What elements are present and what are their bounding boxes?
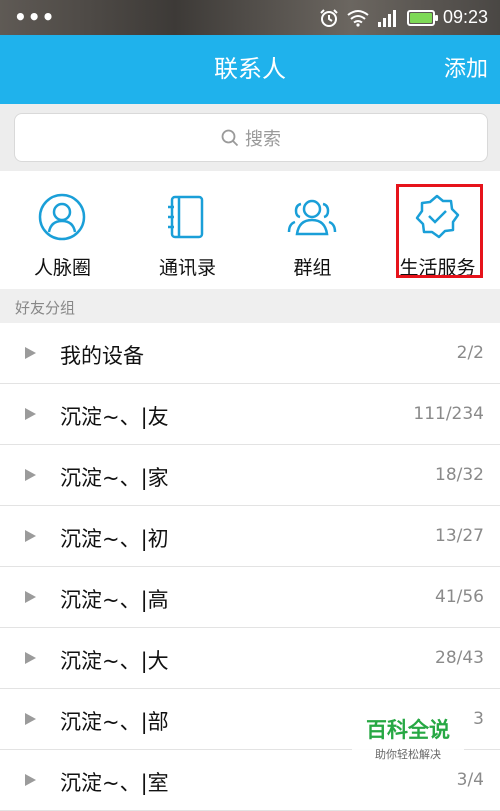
shortcut-label: 人脉圈 xyxy=(33,257,91,279)
group-name: 沉淀~、|大 xyxy=(60,649,169,673)
shortcut-qunzu[interactable]: 群组 xyxy=(250,171,375,289)
add-button[interactable]: 添加 xyxy=(444,35,488,104)
status-time: 09:23 xyxy=(442,7,488,27)
expand-arrow-icon xyxy=(25,713,36,725)
list-item[interactable]: 沉淀~、|高 41/56 xyxy=(0,567,500,628)
group-count: 111/234 xyxy=(413,404,484,424)
group-name: 沉淀~、|友 xyxy=(60,405,169,429)
expand-arrow-icon xyxy=(25,774,36,786)
status-dots: ••• xyxy=(14,5,56,29)
shortcut-label: 群组 xyxy=(293,257,332,279)
watermark-title: 百科全说 xyxy=(366,718,450,742)
group-name: 沉淀~、|初 xyxy=(60,527,169,551)
watermark-subtitle: 助你轻松解决 xyxy=(375,748,441,761)
expand-arrow-icon xyxy=(25,530,36,542)
group-name: 我的设备 xyxy=(60,344,144,368)
group-icon xyxy=(287,199,337,236)
group-name: 沉淀~、|部 xyxy=(60,710,169,734)
group-name: 沉淀~、|高 xyxy=(60,588,169,612)
address-book-icon xyxy=(168,195,204,239)
wifi-icon xyxy=(347,9,369,27)
search-icon xyxy=(221,129,239,146)
section-title: 好友分组 xyxy=(15,299,76,317)
list-item[interactable]: 沉淀~、|初 13/27 xyxy=(0,506,500,567)
group-count: 13/27 xyxy=(435,526,484,546)
group-name: 沉淀~、|室 xyxy=(60,771,169,795)
expand-arrow-icon xyxy=(25,652,36,664)
list-item[interactable]: 沉淀~、|友 111/234 xyxy=(0,384,500,445)
list-item[interactable]: 沉淀~、|大 28/43 xyxy=(0,628,500,689)
person-circle-icon xyxy=(38,193,86,241)
battery-icon xyxy=(406,9,438,26)
expand-arrow-icon xyxy=(25,591,36,603)
expand-arrow-icon xyxy=(25,347,36,359)
shortcut-renmaiquan[interactable]: 人脉圈 xyxy=(0,171,125,289)
watermark-logo: 百科全说 助你轻松解决 xyxy=(352,708,464,766)
group-count: 41/56 xyxy=(435,587,484,607)
group-count: 3 xyxy=(473,709,484,729)
list-item[interactable]: 沉淀~、|家 18/32 xyxy=(0,445,500,506)
search-input[interactable]: 搜索 xyxy=(14,113,488,162)
alarm-icon xyxy=(320,8,338,27)
search-area: 搜索 xyxy=(0,104,500,171)
expand-arrow-icon xyxy=(25,469,36,481)
app-header: 联系人 添加 xyxy=(0,35,500,104)
shortcut-label: 通讯录 xyxy=(158,257,216,279)
expand-arrow-icon xyxy=(25,408,36,420)
group-name: 沉淀~、|家 xyxy=(60,466,169,490)
group-count: 2/2 xyxy=(456,343,484,363)
list-item[interactable]: 我的设备 2/2 xyxy=(0,323,500,384)
section-header: 好友分组 xyxy=(0,289,500,323)
page-title: 联系人 xyxy=(214,55,286,83)
group-count: 28/43 xyxy=(435,648,484,668)
group-count: 18/32 xyxy=(435,465,484,485)
group-count: 3/4 xyxy=(456,770,484,790)
highlight-box xyxy=(396,184,483,278)
shortcut-tongxunlu[interactable]: 通讯录 xyxy=(125,171,250,289)
signal-icon xyxy=(377,9,396,27)
search-placeholder: 搜索 xyxy=(245,128,281,150)
status-bar: ••• 09:23 xyxy=(0,0,500,35)
status-icons: 09:23 xyxy=(319,7,488,28)
